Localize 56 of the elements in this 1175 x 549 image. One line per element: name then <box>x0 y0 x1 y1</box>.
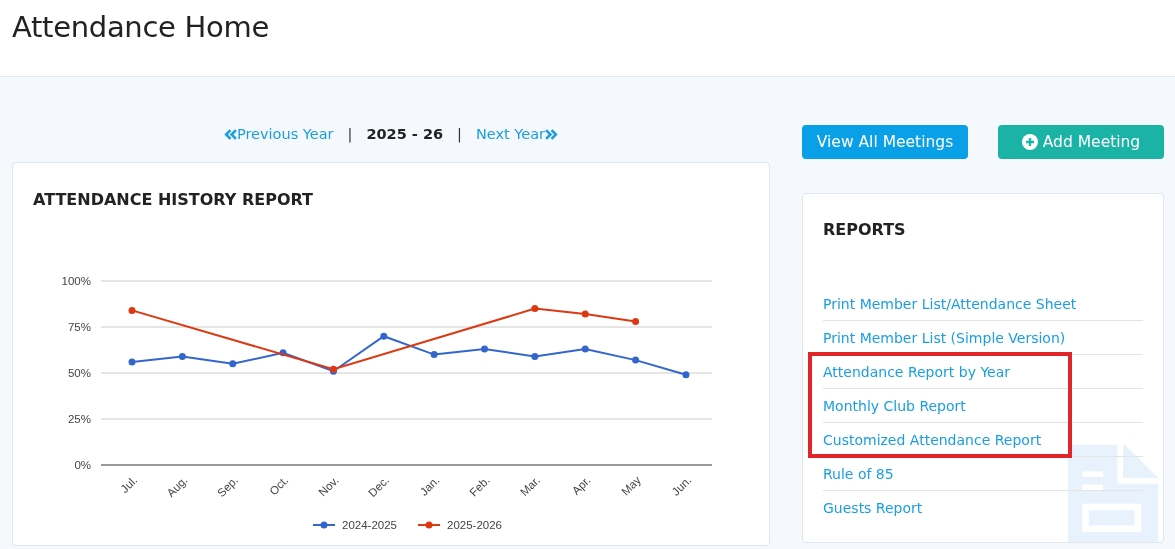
data-point <box>531 305 539 313</box>
axis-label: 100% <box>61 275 91 287</box>
axis-label: 0% <box>74 459 91 471</box>
double-chevron-right-icon <box>545 128 559 140</box>
data-point <box>430 351 438 359</box>
axis-label: Sep. <box>214 473 241 500</box>
add-meeting-button[interactable]: Add Meeting <box>998 125 1164 159</box>
current-year: 2025 - 26 <box>366 126 444 142</box>
legend-key-icon <box>312 521 336 529</box>
data-point <box>531 352 539 360</box>
axis-label: Apr. <box>569 473 593 497</box>
report-link[interactable]: Monthly Club Report <box>823 397 966 414</box>
legend-label: 2024-2025 <box>342 519 397 531</box>
report-link[interactable]: Guests Report <box>823 500 923 516</box>
axis-label: Jul. <box>118 473 140 496</box>
double-chevron-left-icon <box>223 128 237 140</box>
axis-label: Mar. <box>518 473 543 499</box>
axis-label: May <box>619 473 643 498</box>
report-link[interactable]: Customized Attendance Report <box>823 431 1042 448</box>
next-year-link[interactable]: Next Year <box>475 126 559 142</box>
axis-label: Feb. <box>467 473 492 499</box>
data-point <box>581 345 589 353</box>
axis-label: Dec. <box>366 473 392 500</box>
axis-label: Jun. <box>669 473 694 498</box>
axis-label: Oct. <box>267 473 291 498</box>
data-point <box>128 306 136 314</box>
data-point <box>128 358 136 366</box>
axis-label: 75% <box>67 321 91 333</box>
report-link[interactable]: Print Member List (Simple Version) <box>823 329 1066 346</box>
data-point <box>632 318 640 325</box>
axis-label: Aug. <box>164 473 190 500</box>
axis-label: Nov. <box>316 473 341 499</box>
data-point <box>632 356 640 364</box>
plus-circle-icon <box>1021 134 1038 150</box>
report-link[interactable]: Rule of 85 <box>823 465 894 482</box>
data-point <box>229 360 237 368</box>
data-point <box>481 345 488 353</box>
axis-label: 50% <box>67 367 91 379</box>
axis-label: Jan. <box>417 473 442 498</box>
legend-key-icon <box>417 521 441 529</box>
legend-label: 2025-2026 <box>447 519 502 531</box>
report-link[interactable]: Attendance Report by Year <box>823 363 1011 380</box>
separator-text: | <box>457 126 462 142</box>
data-point <box>682 371 690 379</box>
data-point <box>279 349 287 357</box>
separator-text: | <box>347 126 353 142</box>
data-point <box>178 352 186 360</box>
data-point <box>581 310 589 318</box>
axis-label: 25% <box>67 413 91 425</box>
report-link[interactable]: Print Member List/Attendance Sheet <box>823 295 1077 312</box>
data-point <box>380 332 388 340</box>
card-title: REPORTS <box>823 220 907 239</box>
view-meetings-button[interactable]: View All Meetings <box>802 125 968 159</box>
page-title: Attendance Home <box>12 10 270 44</box>
previous-year-link[interactable]: Previous Year <box>223 126 334 142</box>
card-title: ATTENDANCE HISTORY REPORT <box>32 190 315 209</box>
